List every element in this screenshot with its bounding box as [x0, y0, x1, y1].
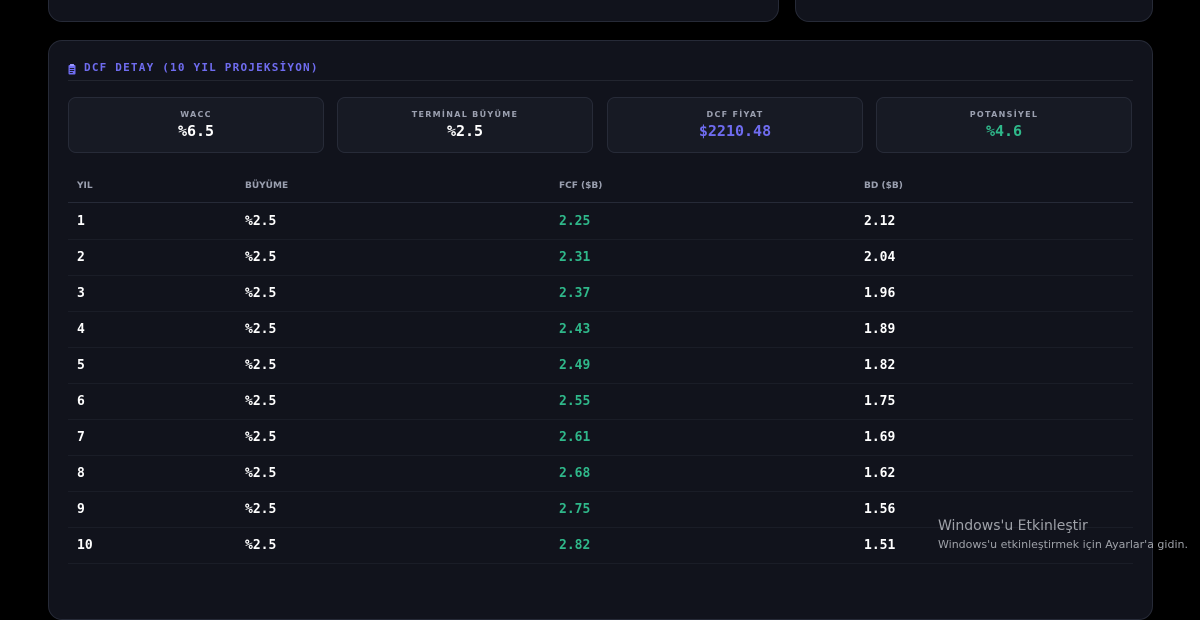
cell-growth: %2.5 — [245, 286, 277, 301]
cell-pv: 1.96 — [864, 286, 896, 301]
metric-value: $2210.48 — [698, 122, 772, 140]
cell-year: 7 — [77, 430, 85, 445]
cell-fcf: 2.55 — [559, 394, 591, 409]
windows-activation-watermark: Windows'u Etkinleştir Windows'u etkinleş… — [938, 518, 1188, 551]
cell-growth: %2.5 — [245, 214, 277, 229]
cell-pv: 1.89 — [864, 322, 896, 337]
metric-label: POTANSİYEL — [969, 110, 1039, 119]
metric-label: TERMİNAL BÜYÜME — [411, 110, 519, 119]
column-header-year: YIL — [77, 181, 93, 191]
metric-terminal-growth: TERMİNAL BÜYÜME %2.5 — [337, 97, 593, 153]
table-row: 6 %2.5 2.55 1.75 — [68, 383, 1133, 420]
cell-growth: %2.5 — [245, 250, 277, 265]
metric-potential: POTANSİYEL %4.6 — [876, 97, 1132, 153]
top-card-left — [48, 0, 779, 22]
table-row: 7 %2.5 2.61 1.69 — [68, 419, 1133, 456]
watermark-title: Windows'u Etkinleştir — [938, 518, 1088, 534]
table-header: YIL BÜYÜME FCF ($B) BD ($B) — [68, 178, 1133, 203]
clipboard-icon — [68, 62, 76, 74]
cell-fcf: 2.43 — [559, 322, 591, 337]
panel-header: DCF DETAY (10 YIL PROJEKSİYON) — [68, 60, 319, 74]
table-row: 5 %2.5 2.49 1.82 — [68, 347, 1133, 384]
cell-fcf: 2.25 — [559, 214, 591, 229]
cell-fcf: 2.82 — [559, 538, 591, 553]
cell-fcf: 2.61 — [559, 430, 591, 445]
column-header-pv: BD ($B) — [864, 181, 903, 191]
table-row: 1 %2.5 2.25 2.12 — [68, 203, 1133, 240]
cell-pv: 1.82 — [864, 358, 896, 373]
metric-value: %6.5 — [177, 122, 215, 140]
column-header-fcf: FCF ($B) — [559, 181, 603, 191]
cell-year: 3 — [77, 286, 85, 301]
cell-growth: %2.5 — [245, 466, 277, 481]
cell-year: 8 — [77, 466, 85, 481]
cell-pv: 2.12 — [864, 214, 896, 229]
metric-label: DCF FİYAT — [706, 110, 764, 119]
metric-wacc: WACC %6.5 — [68, 97, 324, 153]
cell-pv: 1.62 — [864, 466, 896, 481]
cell-growth: %2.5 — [245, 538, 277, 553]
cell-growth: %2.5 — [245, 358, 277, 373]
table-row: 3 %2.5 2.37 1.96 — [68, 275, 1133, 312]
cell-year: 9 — [77, 502, 85, 517]
cell-year: 1 — [77, 214, 85, 229]
cell-pv: 1.56 — [864, 502, 896, 517]
cell-fcf: 2.49 — [559, 358, 591, 373]
cell-pv: 1.75 — [864, 394, 896, 409]
cell-year: 2 — [77, 250, 85, 265]
cell-growth: %2.5 — [245, 430, 277, 445]
panel-title: DCF DETAY (10 YIL PROJEKSİYON) — [84, 60, 319, 74]
table-row: 2 %2.5 2.31 2.04 — [68, 239, 1133, 276]
table-row: 4 %2.5 2.43 1.89 — [68, 311, 1133, 348]
cell-growth: %2.5 — [245, 322, 277, 337]
metric-value: %2.5 — [446, 122, 484, 140]
column-header-growth: BÜYÜME — [245, 181, 289, 191]
metric-value: %4.6 — [985, 122, 1023, 140]
table-row: 8 %2.5 2.68 1.62 — [68, 455, 1133, 492]
cell-year: 6 — [77, 394, 85, 409]
header-divider — [68, 80, 1133, 81]
cell-fcf: 2.75 — [559, 502, 591, 517]
cell-year: 10 — [77, 538, 93, 553]
cell-growth: %2.5 — [245, 394, 277, 409]
metric-dcf-price: DCF FİYAT $2210.48 — [607, 97, 863, 153]
cell-year: 4 — [77, 322, 85, 337]
top-card-right — [795, 0, 1153, 22]
cell-fcf: 2.68 — [559, 466, 591, 481]
cell-pv: 1.69 — [864, 430, 896, 445]
cell-fcf: 2.37 — [559, 286, 591, 301]
cell-growth: %2.5 — [245, 502, 277, 517]
cell-pv: 2.04 — [864, 250, 896, 265]
watermark-subtitle: Windows'u etkinleştirmek için Ayarlar'a … — [938, 538, 1188, 551]
cell-year: 5 — [77, 358, 85, 373]
cell-fcf: 2.31 — [559, 250, 591, 265]
cell-pv: 1.51 — [864, 538, 896, 553]
metric-label: WACC — [180, 110, 212, 119]
